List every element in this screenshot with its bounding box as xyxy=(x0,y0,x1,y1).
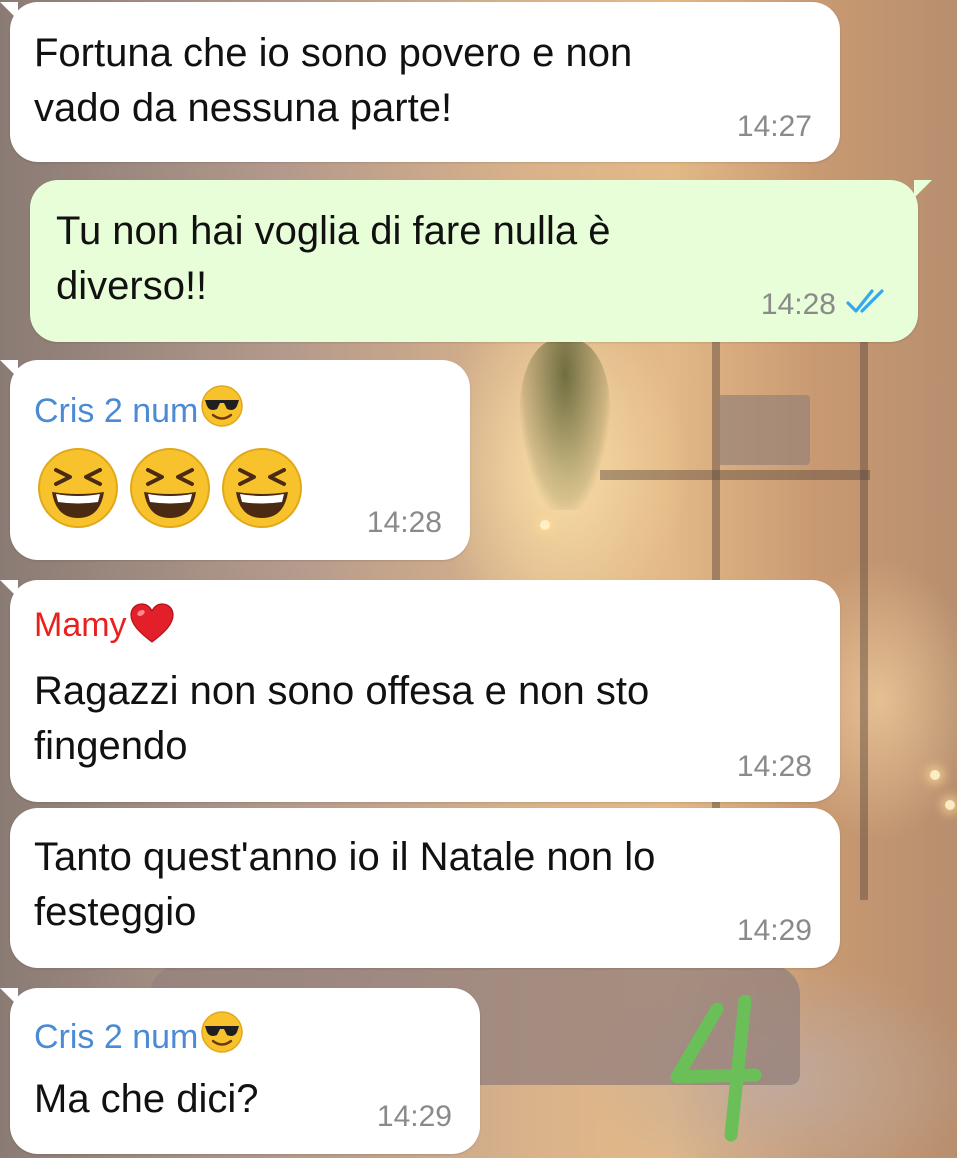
sender-name-text: Cris 2 num xyxy=(34,1018,199,1056)
grinning-squinting-face-icon xyxy=(222,448,302,528)
smiling-face-with-sunglasses-icon xyxy=(201,385,244,427)
handwritten-number-annotation: 4 xyxy=(655,995,762,1142)
message-bubble-incoming[interactable]: Cris 2 num 14:28 xyxy=(0,360,470,560)
chat-wallpaper xyxy=(0,0,957,1158)
message-bubble-outgoing[interactable]: Tu non hai voglia di fare nulla è divers… xyxy=(30,180,932,342)
message-text-line: Tu non hai voglia di fare nulla è xyxy=(56,209,611,253)
message-text-line: vado da nessuna parte! xyxy=(34,86,453,130)
grinning-squinting-face-icon xyxy=(130,448,210,528)
sender-name: Cris 2 num xyxy=(34,384,244,431)
bubble-tail xyxy=(0,988,18,1006)
wallpaper-shelf-post xyxy=(860,340,868,900)
message-bubble-incoming[interactable]: Mamy Ragazzi non sono offesa e non sto f… xyxy=(0,580,840,802)
sender-name-text: Mamy xyxy=(34,606,127,644)
sender-name: Mamy xyxy=(34,602,175,645)
message-bubble-incoming[interactable]: Fortuna che io sono povero e non vado da… xyxy=(0,2,840,162)
message-text-line: Tanto quest'anno io il Natale non lo xyxy=(34,835,656,879)
message-timestamp: 14:29 xyxy=(736,914,812,947)
message-timestamp: 14:28 xyxy=(366,506,442,539)
smiling-face-with-sunglasses-icon xyxy=(201,1011,244,1053)
wallpaper-light xyxy=(930,770,940,780)
wallpaper-light xyxy=(945,800,955,810)
bubble-tail xyxy=(0,580,18,598)
wallpaper-basket xyxy=(718,395,810,465)
message-text-line: Ma che dici? xyxy=(34,1077,259,1121)
wallpaper-shelf-board xyxy=(600,470,870,480)
sender-name: Cris 2 num xyxy=(34,1010,244,1057)
message-text-line: festeggio xyxy=(34,890,197,934)
message-text-line: diverso!! xyxy=(56,264,208,308)
double-check-read-icon xyxy=(846,289,884,313)
sender-name-text: Cris 2 num xyxy=(34,392,199,430)
wallpaper-plant xyxy=(520,340,610,510)
wallpaper-light xyxy=(540,520,550,530)
message-timestamp: 14:29 xyxy=(376,1100,452,1133)
annotation-text: 4 xyxy=(655,995,656,996)
message-text-line: fingendo xyxy=(34,724,188,768)
message-bubble-incoming[interactable]: Cris 2 num Ma che dici? 14:29 xyxy=(0,988,480,1154)
message-timestamp: 14:28 xyxy=(760,288,836,321)
message-text-line: Ragazzi non sono offesa e non sto xyxy=(34,669,650,713)
bubble-tail xyxy=(0,2,18,20)
bubble-tail xyxy=(0,360,18,378)
bubble-tail xyxy=(914,180,932,198)
message-text-line: Fortuna che io sono povero e non xyxy=(34,31,633,75)
red-heart-icon xyxy=(129,603,174,643)
message-timestamp: 14:28 xyxy=(736,750,812,783)
message-timestamp: 14:27 xyxy=(736,110,812,143)
grinning-squinting-face-icon xyxy=(38,448,118,528)
message-bubble-incoming[interactable]: Tanto quest'anno io il Natale non lo fes… xyxy=(10,808,840,968)
